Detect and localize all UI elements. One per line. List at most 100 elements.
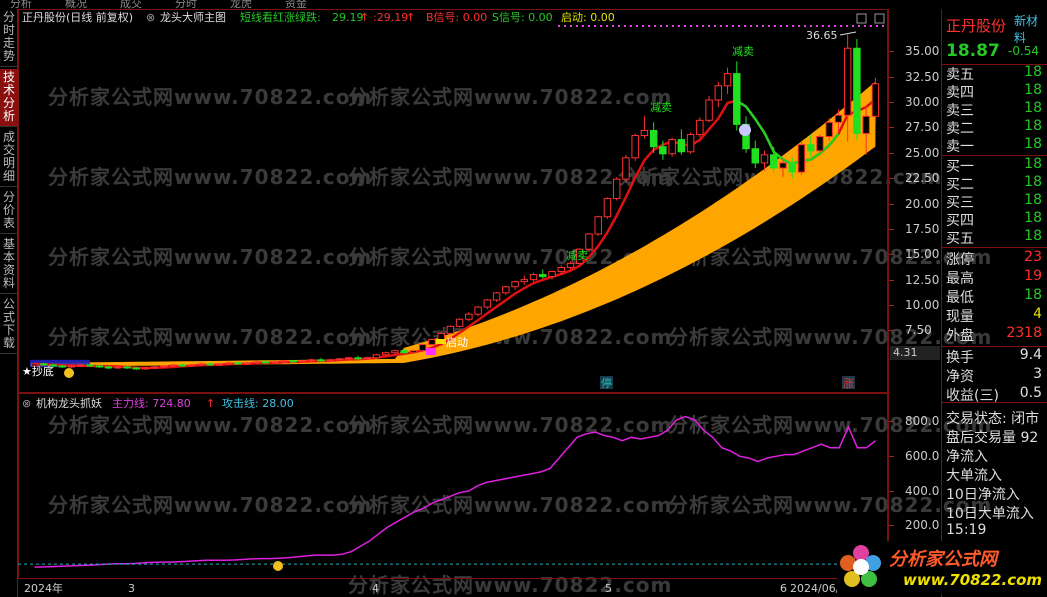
- quote-value: 4: [1033, 306, 1042, 322]
- status-row: 10日净流入: [946, 487, 1020, 502]
- price-tick: [889, 76, 894, 78]
- quote-value: 18: [1024, 136, 1042, 152]
- logo-url: www.70822.com: [903, 571, 1043, 589]
- candle: [696, 117, 704, 138]
- face-icon: [739, 124, 751, 136]
- candle: [853, 39, 861, 140]
- quote-row: 买五 18: [946, 228, 1046, 246]
- quote-row: 现量 4: [946, 306, 1046, 324]
- candle: [631, 133, 639, 161]
- money-bag-icon: [273, 561, 283, 571]
- top-menu-item[interactable]: 概况: [65, 0, 87, 9]
- candle: [317, 357, 325, 362]
- quote-row: 买二 18: [946, 174, 1046, 192]
- candle: [714, 81, 723, 108]
- quote-value: 0.5: [1019, 385, 1042, 401]
- status-row: 大单流入: [946, 468, 1002, 483]
- quote-label: 净资: [946, 369, 974, 384]
- candle: [474, 306, 482, 317]
- quote-value: 2318: [1006, 325, 1042, 341]
- smiley-icon: [64, 368, 74, 378]
- sidebar-tab[interactable]: 成交明细: [0, 129, 18, 187]
- start-marker: [436, 339, 446, 344]
- sidebar-tab[interactable]: 技术分析: [0, 69, 18, 127]
- candle: [751, 140, 760, 169]
- candle: [381, 351, 390, 356]
- quote-row: 买三 18: [946, 192, 1046, 210]
- status-row: 10日大单流入: [946, 506, 1034, 521]
- top-menu-item[interactable]: 分析: [10, 0, 32, 9]
- sub-tick: [889, 525, 894, 527]
- stock-name[interactable]: 正丹股份: [946, 15, 1006, 36]
- top-menu-item[interactable]: 龙虎: [230, 0, 252, 9]
- status-row: 盘后交易量 92: [946, 430, 1039, 445]
- candle: [428, 338, 436, 346]
- quote-row: 卖一 18: [946, 136, 1046, 154]
- price-tick-label: 35.00: [905, 44, 940, 59]
- quote-row: 卖五 18: [946, 64, 1046, 82]
- status-row: 交易状态: 闭市: [946, 411, 1040, 426]
- top-menu-item[interactable]: 资金: [285, 0, 307, 9]
- event-badge[interactable]: 停: [601, 376, 612, 390]
- site-logo: 分析家公式网 www.70822.com: [837, 541, 1042, 594]
- quote-row: 卖三 18: [946, 100, 1046, 118]
- candle: [446, 325, 455, 335]
- sub-tick: [889, 490, 894, 492]
- reduce-sell-label: 减卖: [732, 45, 754, 58]
- price-tick: [889, 254, 894, 256]
- sub-chart-svg: [18, 415, 888, 571]
- price-axis: 35.00 32.50 30.00 27.50 25.00 22.50 20.00 17.50…: [888, 9, 941, 393]
- candle: [622, 154, 630, 183]
- status-row: 净流入: [946, 449, 988, 464]
- flower-logo-icon: [840, 545, 881, 587]
- date-label-0: 2024年: [24, 582, 63, 595]
- candle: [668, 137, 676, 157]
- candle: [603, 197, 612, 219]
- candle: [520, 275, 529, 285]
- quote-row: 卖四 18: [946, 82, 1046, 100]
- sidebar-tab[interactable]: 公式下载: [0, 296, 18, 354]
- candle: [502, 285, 510, 295]
- date-label-3: 5: [605, 582, 612, 595]
- diamond-icon[interactable]: [856, 13, 867, 24]
- candle: [640, 116, 649, 139]
- quote-value: 9.4: [1019, 347, 1042, 363]
- candle: [492, 291, 501, 302]
- quote-value: 18: [1024, 228, 1042, 244]
- event-badge[interactable]: 涨: [843, 377, 854, 390]
- candle: [539, 269, 547, 279]
- quote-row: 最高 19: [946, 268, 1046, 286]
- high-price-pointer: [839, 31, 857, 36]
- price-tick: [889, 330, 894, 332]
- candle: [723, 67, 732, 94]
- date-label-4: 6: [780, 582, 787, 595]
- quote-value: 18: [1024, 174, 1042, 190]
- sub-tick-label: 200.0: [905, 518, 940, 533]
- signal-marker: [426, 348, 436, 355]
- sidebar-tab[interactable]: 分时走势: [0, 9, 18, 67]
- candle: [677, 129, 686, 155]
- quote-row: 净资 3: [946, 366, 1046, 384]
- price-tick: [889, 127, 894, 129]
- price-tick: [889, 178, 894, 180]
- top-menu-item[interactable]: 成交: [120, 0, 142, 9]
- quote-value: 18: [1024, 64, 1042, 80]
- price-tick: [889, 279, 894, 281]
- status-row: 15:19: [946, 522, 987, 538]
- candle: [372, 353, 381, 359]
- sub-tick-label: 800.0: [905, 414, 940, 429]
- sidebar-tab[interactable]: 基本资料: [0, 236, 18, 294]
- top-menu-item[interactable]: 分时: [175, 0, 197, 9]
- main-chart-svg: 36.65减卖减卖减卖启动★抄底停涨: [22, 13, 886, 390]
- chart-area: 正丹股份(日线 前复权) ⊗ 龙头大师主图 短线看红涨绿跌: 29.19 ↑ :…: [18, 9, 888, 597]
- sidebar-tab[interactable]: 分价表: [0, 189, 18, 234]
- sector-tag[interactable]: 新材料: [1014, 12, 1047, 46]
- current-price: 18.87: [946, 41, 1000, 61]
- candle: [816, 134, 824, 153]
- candle: [418, 343, 427, 352]
- candle: [733, 61, 741, 131]
- candle: [483, 298, 492, 310]
- divider: [942, 247, 1047, 248]
- date-label-1: 3: [128, 582, 135, 595]
- window-icon[interactable]: [874, 13, 885, 24]
